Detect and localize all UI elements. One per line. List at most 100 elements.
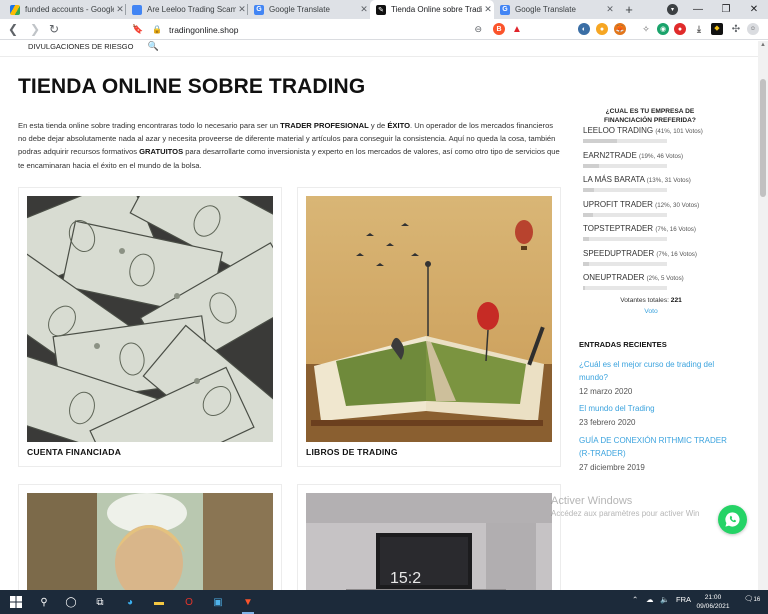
clock-date: 09/06/2021: [696, 603, 730, 610]
poll-option-stats: (13%, 31 Votos): [646, 177, 691, 184]
opera-icon[interactable]: O: [181, 594, 197, 610]
download-icon[interactable]: ⤓: [693, 23, 705, 35]
poll-result-bar: [583, 188, 667, 192]
extension-icon[interactable]: ◉: [657, 23, 669, 35]
extension-icon[interactable]: ✧: [640, 23, 652, 35]
poll-option-name: UPROFIT TRADER: [583, 199, 653, 209]
language-indicator[interactable]: FRA: [676, 595, 691, 604]
recent-post: El mundo del Trading 23 febrero 2020: [579, 402, 729, 429]
recent-posts-heading: ENTRADAS RECIENTES: [579, 340, 667, 349]
browser-tab[interactable]: G Google Translate ✕: [248, 0, 370, 19]
poll-result-bar: [583, 286, 667, 290]
recent-post-date: 23 febrero 2020: [579, 418, 636, 427]
recent-post-link[interactable]: ¿Cuál es el mejor curso de trading del m…: [579, 358, 729, 384]
search-icon[interactable]: 🔍: [147, 41, 158, 52]
poll-option: LA MÁS BARATA (13%, 31 Votos): [583, 175, 733, 192]
tray-chevron-icon[interactable]: ⌃: [632, 595, 638, 604]
extension-icon[interactable]: ⬥: [711, 23, 723, 35]
risk-disclosure-link[interactable]: DIVULGACIONES DE RIESGO: [28, 42, 133, 51]
extension-icon[interactable]: ●: [596, 23, 608, 35]
product-card-libros-de-trading[interactable]: LIBROS DE TRADING: [297, 187, 561, 467]
metamask-icon[interactable]: 🦊: [614, 23, 626, 35]
poll-option: LEELOO TRADING (41%, 101 Votos): [583, 126, 733, 143]
back-arrow-icon[interactable]: ❮: [5, 21, 21, 37]
poll-result-bar-fill: [583, 188, 594, 192]
google-translate-icon: G: [500, 4, 510, 15]
poll-option-name: LEELOO TRADING: [583, 126, 654, 135]
poll-result-bar: [583, 212, 667, 217]
browser-tab[interactable]: funded accounts - Google Drive ✕: [4, 0, 126, 19]
product-card-cuenta-financiada[interactable]: CUENTA FINANCIADA: [18, 187, 282, 467]
tab-title: funded accounts - Google Drive: [25, 5, 114, 14]
address-bar[interactable]: 🔒 tradingonline.shop ⊖: [152, 21, 488, 38]
vote-link[interactable]: Voto: [583, 308, 719, 315]
poll-result-bar-fill: [583, 261, 589, 266]
minimize-button[interactable]: —: [684, 0, 712, 19]
edge-icon[interactable]: ◕: [122, 594, 138, 610]
bookmark-icon[interactable]: 🔖: [132, 21, 144, 37]
poll-option-stats: (7%, 16 Votos): [656, 250, 697, 258]
poll-option: EARN2TRADE (19%, 46 Votos): [583, 151, 733, 168]
windows-start-icon[interactable]: [8, 594, 24, 610]
brave-shield-icon[interactable]: B: [493, 23, 505, 35]
trading-desk-image[interactable]: 15:2: [306, 493, 552, 590]
tab-title: Google Translate: [269, 5, 330, 14]
file-explorer-icon[interactable]: ▬: [151, 594, 167, 610]
lock-icon: 🔒: [152, 25, 162, 34]
page-scrollbar[interactable]: ▲: [758, 41, 768, 590]
money-image[interactable]: [27, 196, 273, 442]
close-tab-icon[interactable]: ✕: [358, 4, 370, 15]
close-tab-icon[interactable]: ✕: [482, 4, 494, 15]
taskbar-clock[interactable]: 21:00 09/06/2021: [693, 593, 733, 611]
extensions-puzzle-icon[interactable]: ✣: [730, 23, 742, 35]
close-window-button[interactable]: ✕: [740, 0, 768, 19]
whatsapp-button[interactable]: [718, 505, 747, 534]
product-card[interactable]: [18, 484, 282, 590]
poll-result-bar: [583, 261, 667, 266]
browser-tab-active[interactable]: ✎ Tienda Online sobre Tradi ✕: [370, 0, 494, 19]
restore-button[interactable]: ❐: [712, 0, 740, 19]
task-view-icon[interactable]: ⧉: [92, 594, 108, 610]
brave-icon[interactable]: ▼: [240, 594, 256, 614]
product-card[interactable]: 15:2: [297, 484, 561, 590]
poll-result-bar-fill: [583, 212, 594, 217]
zoom-icon[interactable]: ⊖: [474, 24, 482, 35]
profile-avatar[interactable]: ☺: [747, 23, 759, 35]
poll-option-stats: (41%, 101 Votos): [655, 128, 703, 135]
browser-tab[interactable]: G Google Translate ✕: [494, 0, 616, 19]
app-icon[interactable]: ▣: [210, 594, 226, 610]
scrollbar-thumb[interactable]: [760, 79, 766, 197]
scroll-up-icon[interactable]: ▲: [760, 42, 766, 48]
tab-search-icon[interactable]: ▾: [667, 4, 678, 15]
forward-arrow-icon[interactable]: ❯: [27, 21, 43, 37]
poll-option: UPROFIT TRADER (12%, 30 Votos): [583, 200, 733, 217]
person-image[interactable]: [27, 493, 273, 590]
card-caption[interactable]: LIBROS DE TRADING: [306, 447, 398, 457]
card-caption[interactable]: CUENTA FINANCIADA: [27, 447, 121, 457]
volume-icon[interactable]: 🔈: [660, 595, 669, 604]
cortana-icon[interactable]: ◯: [63, 594, 79, 610]
close-tab-icon[interactable]: ✕: [604, 4, 616, 15]
new-tab-button[interactable]: +: [620, 0, 638, 19]
cloud-icon[interactable]: ☁: [646, 595, 654, 604]
search-icon[interactable]: ⚲: [36, 594, 52, 610]
recent-post-link[interactable]: GUÍA DE CONEXIÓN RITHMIC TRADER (R-TRADE…: [579, 434, 729, 460]
browser-tab-strip: funded accounts - Google Drive ✕ Are Lee…: [0, 0, 768, 19]
poll-option: ONEUPTRADER (2%, 5 Votos): [583, 273, 733, 290]
notification-icon[interactable]: 🗨16: [744, 594, 760, 603]
poll-result-bar-fill: [583, 286, 585, 290]
browser-tab[interactable]: Are Leeloo Trading Scam or Leg ✕: [126, 0, 248, 19]
reload-icon[interactable]: ↻: [46, 21, 62, 37]
poll-total-voters: Votantes totales: 221: [620, 297, 682, 304]
poll-option-stats: (12%, 30 Votos): [655, 201, 700, 209]
poll-option-label: LA MÁS BARATA (13%, 31 Votos): [583, 175, 733, 184]
header-divider: [0, 56, 758, 57]
watermark-title: Activer Windows: [551, 495, 633, 507]
recent-post-link[interactable]: El mundo del Trading: [579, 402, 729, 415]
extension-icon[interactable]: ●: [674, 23, 686, 35]
poll-result-bar: [583, 237, 667, 241]
poll-option-name: SPEEDUPTRADER: [583, 248, 655, 258]
book-image[interactable]: [306, 196, 552, 442]
brave-rewards-icon[interactable]: ▲: [511, 23, 523, 35]
extension-icon[interactable]: ◐: [578, 23, 590, 35]
